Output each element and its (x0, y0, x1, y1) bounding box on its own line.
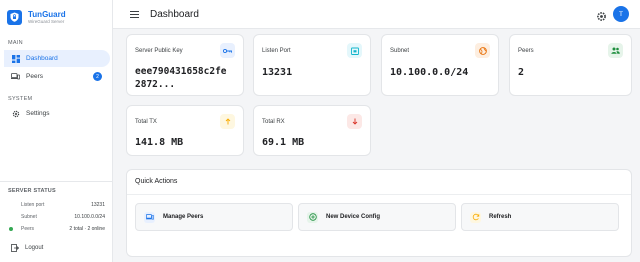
download-icon (347, 114, 362, 129)
quick-actions-title: Quick Actions (135, 178, 178, 185)
devices-icon (144, 211, 155, 223)
people-icon (608, 43, 623, 58)
divider (127, 194, 631, 195)
dashboard-icon (11, 54, 20, 63)
server-status-title: SERVER STATUS (8, 188, 56, 194)
sidebar-item-label: Peers (26, 73, 43, 80)
add-circle-icon (307, 211, 318, 223)
shield-logo-icon (7, 9, 22, 25)
menu-button[interactable] (127, 7, 141, 21)
globe-icon (475, 43, 490, 58)
key-icon (220, 43, 235, 58)
button-label: Manage Peers (163, 214, 204, 220)
section-label-main: MAIN (8, 40, 23, 46)
brand-title: TunGuard (28, 9, 66, 19)
status-label: Subnet (21, 214, 37, 220)
status-row-listen-port: Listen port 13231 (8, 201, 105, 209)
upload-icon (220, 114, 235, 129)
peers-count-badge: 2 (93, 72, 102, 81)
stat-value: 2 (518, 67, 525, 78)
section-label-system: SYSTEM (8, 96, 33, 102)
button-label: New Device Config (326, 214, 381, 220)
sidebar-item-label: Settings (26, 110, 50, 117)
manage-peers-button[interactable]: Manage Peers (135, 203, 293, 231)
status-value: 13231 (91, 202, 105, 208)
stat-card-public-key: Server Public Key eee790431658c2fe 2872.… (126, 34, 244, 96)
server-status-panel: SERVER STATUS Listen port 13231 Subnet 1… (0, 181, 113, 237)
button-label: Refresh (489, 214, 512, 220)
logout-label: Logout (25, 245, 44, 251)
stat-label: Total TX (135, 119, 157, 125)
logout-icon (10, 244, 19, 253)
stat-value: 69.1 MB (262, 137, 305, 148)
peers-icon (11, 72, 20, 81)
stat-label: Total RX (262, 119, 285, 125)
online-dot-icon (9, 227, 13, 231)
stat-value: 141.8 MB (135, 137, 184, 148)
refresh-icon (470, 211, 481, 223)
stat-value: eee790431658c2fe 2872... (135, 66, 227, 90)
stat-card-total-tx: Total TX 141.8 MB (126, 105, 244, 156)
status-label: Peers (21, 226, 35, 232)
gear-icon (11, 109, 20, 118)
status-value: 10.100.0.0/24 (74, 214, 105, 220)
port-icon (347, 43, 362, 58)
status-value: 2 total · 2 online (69, 226, 105, 232)
hamburger-menu-icon (129, 10, 139, 18)
new-device-config-button[interactable]: New Device Config (298, 203, 456, 231)
brand[interactable]: TunGuard WireGuard Server (0, 0, 112, 28)
refresh-button[interactable]: Refresh (461, 203, 619, 231)
page-title: Dashboard (150, 8, 199, 20)
stat-value: 10.100.0.0/24 (390, 67, 469, 78)
stat-label: Peers (518, 48, 534, 54)
quick-actions-panel: Quick Actions Manage Peers New Device Co… (126, 169, 632, 257)
topbar: Dashboard T (113, 0, 640, 29)
gear-icon (597, 12, 606, 21)
sidebar-item-label: Dashboard (26, 55, 58, 62)
status-row-subnet: Subnet 10.100.0.0/24 (8, 213, 105, 221)
stat-card-total-rx: Total RX 69.1 MB (253, 105, 371, 156)
stat-card-peers: Peers 2 (509, 34, 632, 96)
sidebar: TunGuard WireGuard Server MAIN Dashboard… (0, 0, 113, 262)
brand-subtitle: WireGuard Server (28, 18, 65, 24)
logout-button[interactable]: Logout (4, 241, 43, 255)
stat-label: Listen Port (262, 48, 291, 54)
sidebar-item-settings[interactable]: Settings (4, 105, 110, 122)
stat-card-subnet: Subnet 10.100.0.0/24 (381, 34, 499, 96)
stat-value: 13231 (262, 67, 293, 78)
avatar[interactable]: T (613, 6, 629, 22)
sidebar-item-peers[interactable]: Peers 2 (4, 68, 110, 85)
stat-label: Server Public Key (135, 48, 183, 54)
status-label: Listen port (21, 202, 45, 208)
sidebar-item-dashboard[interactable]: Dashboard (4, 50, 110, 67)
settings-button[interactable] (596, 9, 607, 21)
status-row-peers: Peers 2 total · 2 online (8, 225, 105, 233)
stat-label: Subnet (390, 48, 410, 54)
stat-card-listen-port: Listen Port 13231 (253, 34, 371, 96)
